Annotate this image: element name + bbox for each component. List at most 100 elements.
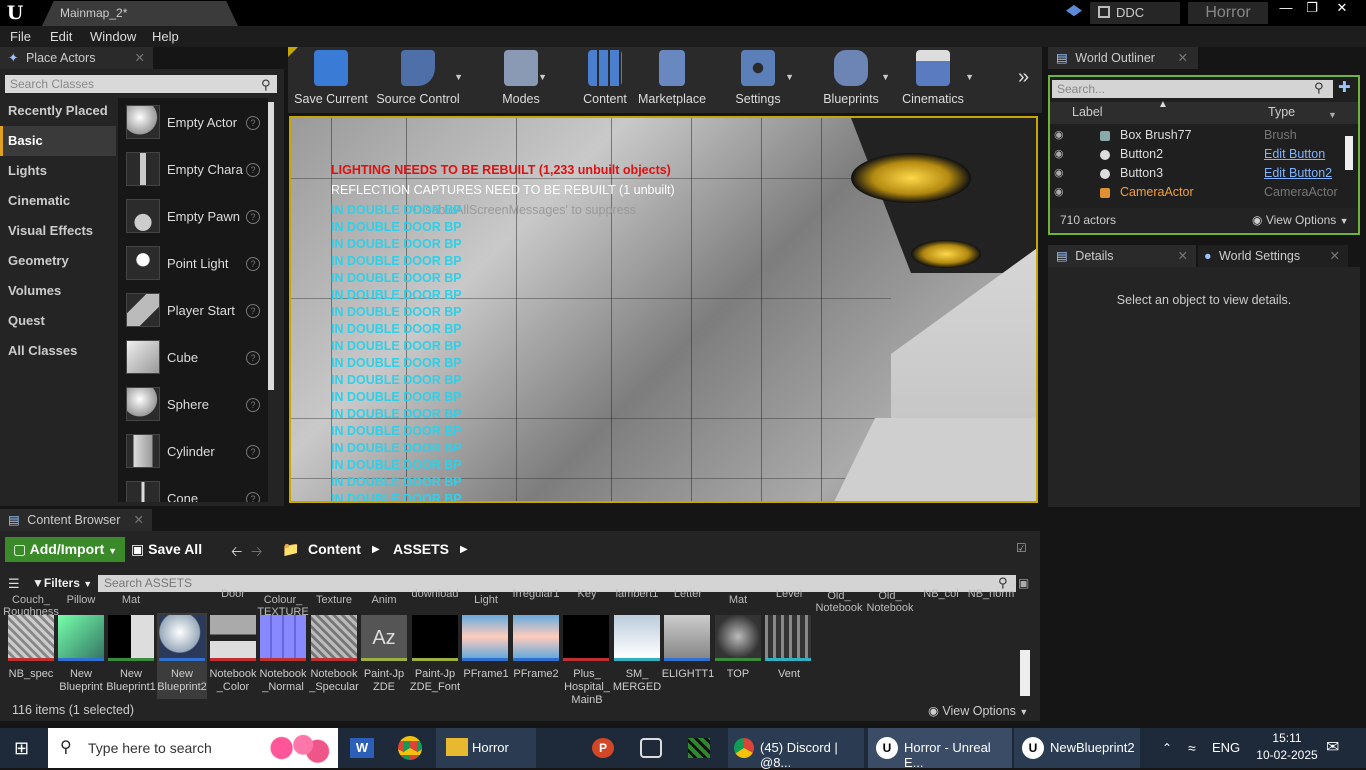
- category-basic[interactable]: Basic: [0, 126, 116, 156]
- windows-start-icon[interactable]: ⊞: [14, 728, 29, 768]
- clock-date[interactable]: 10-02-2025: [1252, 748, 1322, 762]
- close-tab-icon[interactable]: ✕: [1178, 245, 1188, 267]
- breadcrumb-separator-icon[interactable]: ▶: [372, 537, 380, 562]
- notification-center-icon[interactable]: ✉: [1326, 728, 1339, 768]
- save-current-button[interactable]: Save Current: [292, 50, 370, 112]
- asset-tile[interactable]: [58, 615, 104, 661]
- level-tab[interactable]: Mainmap_2*: [42, 1, 238, 26]
- outliner-row[interactable]: ◉ Button3 Edit Button2: [1050, 164, 1348, 183]
- filters-button[interactable]: ▼Filters ▼: [32, 574, 92, 592]
- level-viewport[interactable]: LIGHTING NEEDS TO BE REBUILT (1,233 unbu…: [289, 116, 1038, 503]
- actor-point-light[interactable]: Point Light?: [118, 241, 268, 287]
- source-control-button[interactable]: Source Control ▼: [375, 50, 463, 112]
- type-column-header[interactable]: Type: [1268, 105, 1295, 119]
- asset-tile[interactable]: [664, 615, 710, 661]
- add-folder-icon[interactable]: ✚: [1338, 78, 1351, 96]
- asset-tile[interactable]: [210, 615, 256, 661]
- content-button[interactable]: Content: [580, 50, 630, 112]
- actor-list-scrollbar[interactable]: [268, 102, 274, 390]
- help-icon[interactable]: ?: [246, 210, 260, 224]
- actor-cube[interactable]: Cube?: [118, 335, 268, 381]
- breadcrumb-content[interactable]: Content: [308, 537, 361, 562]
- close-tab-icon[interactable]: ✕: [134, 509, 144, 531]
- wifi-icon[interactable]: ≈: [1188, 728, 1196, 768]
- taskbar-app-explorer[interactable]: Horror: [436, 728, 536, 768]
- asset-tile[interactable]: [260, 615, 306, 661]
- asset-tile[interactable]: [412, 615, 458, 661]
- settings-button[interactable]: Settings ▼: [734, 50, 794, 112]
- sources-panel-icon[interactable]: ☰: [8, 576, 20, 592]
- asset-tile[interactable]: [513, 615, 559, 661]
- breadcrumb-assets[interactable]: ASSETS: [393, 537, 449, 562]
- category-all-classes[interactable]: All Classes: [0, 336, 116, 366]
- dropdown-arrow-icon[interactable]: ▼: [785, 72, 794, 82]
- menu-edit[interactable]: Edit: [50, 26, 72, 47]
- content-browser-tab[interactable]: ▤ Content Browser ✕: [0, 509, 152, 531]
- taskbar-search-box[interactable]: ⚲ Type here to search: [48, 728, 338, 768]
- category-recently-placed[interactable]: Recently Placed: [0, 96, 116, 126]
- asset-tile[interactable]: [108, 615, 154, 661]
- back-arrow-icon[interactable]: 🡠: [231, 541, 242, 565]
- help-icon[interactable]: ?: [246, 163, 260, 177]
- visibility-eye-icon[interactable]: ◉: [1054, 183, 1070, 202]
- help-icon[interactable]: ?: [246, 492, 260, 502]
- cinematics-button[interactable]: Cinematics ▼: [900, 50, 974, 112]
- visibility-eye-icon[interactable]: ◉: [1054, 164, 1070, 183]
- chrome-app-icon[interactable]: [398, 736, 422, 760]
- help-icon[interactable]: ?: [246, 304, 260, 318]
- label-column-header[interactable]: Label: [1072, 105, 1103, 119]
- menu-window[interactable]: Window: [90, 26, 136, 47]
- close-button[interactable]: ✕: [1329, 0, 1355, 18]
- add-import-button[interactable]: ▢ Add/Import ▼: [5, 537, 125, 562]
- world-settings-tab[interactable]: ● World Settings ✕: [1198, 245, 1348, 267]
- view-options-button[interactable]: ◉ View Options ▼: [1252, 208, 1349, 233]
- dropdown-arrow-icon[interactable]: ▼: [454, 72, 463, 82]
- unreal-logo-icon[interactable]: U: [4, 2, 26, 24]
- taskbar-app-unreal[interactable]: U Horror - Unreal E...: [868, 728, 1012, 770]
- taskbar-app-blueprint[interactable]: U NewBlueprint2: [1014, 728, 1140, 768]
- asset-tile[interactable]: [563, 615, 609, 661]
- content-browser-scrollbar[interactable]: [1020, 650, 1030, 696]
- category-volumes[interactable]: Volumes: [0, 276, 116, 306]
- category-cinematic[interactable]: Cinematic: [0, 186, 116, 216]
- outliner-row[interactable]: ◉ CameraActor CameraActor: [1050, 183, 1348, 202]
- actor-empty-pawn[interactable]: Empty Pawn?: [118, 194, 268, 240]
- outliner-search-input[interactable]: Search...: [1052, 80, 1333, 98]
- taskbar-app-discord[interactable]: (45) Discord | @8...: [728, 728, 864, 770]
- chevron-down-icon[interactable]: ▼: [1328, 110, 1337, 120]
- details-tab[interactable]: ▤ Details ✕: [1048, 245, 1196, 267]
- powerpoint-app-icon[interactable]: P: [592, 738, 614, 758]
- actor-empty-character[interactable]: Empty Chara?: [118, 147, 268, 193]
- dropdown-arrow-icon[interactable]: ▼: [881, 72, 890, 82]
- toolbar-overflow-icon[interactable]: »: [1018, 66, 1029, 89]
- close-tab-icon[interactable]: ✕: [1330, 245, 1340, 267]
- ddc-button[interactable]: DDC: [1090, 2, 1180, 24]
- forward-arrow-icon[interactable]: 🡢: [251, 541, 262, 565]
- asset-tile[interactable]: [462, 615, 508, 661]
- help-icon[interactable]: ?: [246, 257, 260, 271]
- outliner-scrollbar[interactable]: [1345, 136, 1353, 170]
- visibility-eye-icon[interactable]: ◉: [1054, 145, 1070, 164]
- save-search-icon[interactable]: ▣: [1018, 576, 1029, 590]
- show-hidden-icons-chevron-icon[interactable]: ⌃: [1162, 728, 1172, 768]
- actor-cylinder[interactable]: Cylinder?: [118, 429, 268, 475]
- modes-button[interactable]: Modes ▼: [497, 50, 547, 112]
- menu-file[interactable]: File: [10, 26, 31, 47]
- menu-help[interactable]: Help: [152, 26, 179, 47]
- asset-tile[interactable]: [8, 615, 54, 661]
- language-indicator[interactable]: ENG: [1212, 728, 1240, 768]
- help-icon[interactable]: ?: [246, 351, 260, 365]
- close-tab-icon[interactable]: ✕: [135, 47, 145, 69]
- outliner-row[interactable]: ◉ Button2 Edit Button: [1050, 145, 1348, 164]
- dropdown-arrow-icon[interactable]: ▼: [538, 72, 547, 82]
- app-icon[interactable]: [640, 738, 662, 758]
- actor-sphere[interactable]: Sphere?: [118, 382, 268, 428]
- close-tab-icon[interactable]: ✕: [1178, 47, 1188, 69]
- category-quest[interactable]: Quest: [0, 306, 116, 336]
- category-geometry[interactable]: Geometry: [0, 246, 116, 276]
- lock-icon[interactable]: ☑: [1016, 541, 1027, 555]
- asset-tile[interactable]: [614, 615, 660, 661]
- word-app-icon[interactable]: W: [350, 738, 374, 758]
- blueprints-button[interactable]: Blueprints ▼: [820, 50, 890, 112]
- actor-player-start[interactable]: Player Start?: [118, 288, 268, 334]
